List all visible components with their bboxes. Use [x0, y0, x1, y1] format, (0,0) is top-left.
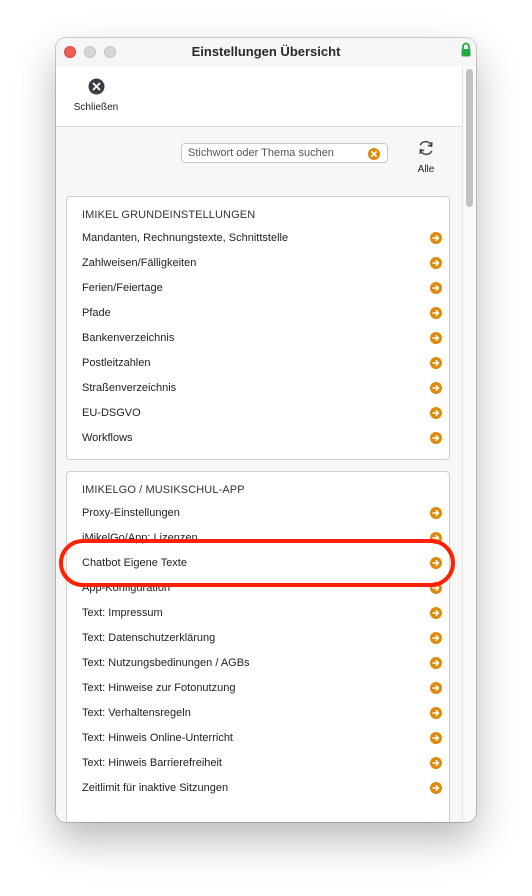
arrow-right-icon	[430, 432, 442, 444]
settings-content: Stichwort oder Thema suchen Alle IMIKEL …	[56, 127, 462, 822]
arrow-right-icon	[430, 707, 442, 719]
search-placeholder: Stichwort oder Thema suchen	[188, 147, 334, 159]
settings-item-label: Text: Nutzungsbedinungen / AGBs	[82, 657, 250, 669]
settings-item-label: Zeitlimit für inaktive Sitzungen	[82, 782, 229, 794]
settings-item-label: Text: Impressum	[82, 607, 163, 619]
settings-item[interactable]: Text: Impressum	[82, 605, 442, 623]
arrow-right-icon	[430, 282, 442, 294]
arrow-right-icon	[430, 782, 442, 794]
toolbar: Schließen	[56, 66, 462, 127]
settings-item[interactable]: Mandanten, Rechnungstexte, Schnittstelle	[82, 230, 442, 248]
arrow-right-icon	[430, 307, 442, 319]
settings-item[interactable]: Pfade	[82, 305, 442, 323]
settings-item[interactable]: Text: Nutzungsbedinungen / AGBs	[82, 655, 442, 673]
settings-item[interactable]: Proxy-Einstellungen	[82, 505, 442, 523]
arrow-right-icon	[430, 232, 442, 244]
settings-item[interactable]: Text: Verhaltensregeln	[82, 705, 442, 723]
settings-item-label: Text: Datenschutzerklärung	[82, 632, 216, 644]
settings-item-label: Straßenverzeichnis	[82, 382, 177, 394]
settings-item[interactable]: Text: Hinweis Online-Unterricht	[82, 730, 442, 748]
settings-item-label: Text: Hinweise zur Fotonutzung	[82, 682, 236, 694]
settings-item-label: EU-DSGVO	[82, 407, 141, 419]
settings-window: Einstellungen Übersicht Schließen Stichw…	[56, 38, 476, 822]
settings-item[interactable]: Postleitzahlen	[82, 355, 442, 373]
settings-item[interactable]: Zeitlimit für inaktive Sitzungen	[82, 780, 442, 798]
close-circle-icon	[88, 78, 104, 95]
section-imikelgo: IMIKELGO / MUSIKSCHUL-APP Proxy-Einstell…	[66, 471, 450, 822]
arrow-right-icon	[430, 732, 442, 744]
settings-item[interactable]: Zahlweisen/Fälligkeiten	[82, 255, 442, 273]
settings-item-label: Text: Hinweis Barrierefreiheit	[82, 757, 222, 769]
settings-item[interactable]: Text: Hinweis Barrierefreiheit	[82, 755, 442, 773]
refresh-icon	[419, 140, 433, 156]
search-input[interactable]: Stichwort oder Thema suchen	[181, 143, 388, 163]
arrow-right-icon	[430, 607, 442, 619]
settings-item[interactable]: Workflows	[82, 430, 442, 448]
arrow-right-icon	[430, 657, 442, 669]
settings-item-label: Text: Hinweis Online-Unterricht	[82, 732, 233, 744]
arrow-right-icon	[430, 757, 442, 769]
show-all-button[interactable]: Alle	[412, 139, 440, 175]
settings-item-label: Pfade	[82, 307, 111, 319]
lock-icon	[461, 42, 471, 57]
title-bar: Einstellungen Übersicht	[56, 38, 476, 66]
settings-item[interactable]: Bankenverzeichnis	[82, 330, 442, 348]
arrow-right-icon	[430, 407, 442, 419]
settings-item[interactable]: EU-DSGVO	[82, 405, 442, 423]
settings-item[interactable]: Straßenverzeichnis	[82, 380, 442, 398]
settings-item-label: Mandanten, Rechnungstexte, Schnittstelle	[82, 232, 289, 244]
arrow-right-icon	[430, 682, 442, 694]
arrow-right-icon	[430, 382, 442, 394]
window-title: Einstellungen Übersicht	[191, 44, 341, 59]
settings-item-label: Ferien/Feiertage	[82, 282, 163, 294]
close-button-label: Schließen	[73, 102, 119, 113]
arrow-right-icon	[430, 257, 442, 269]
settings-item-label: Text: Verhaltensregeln	[82, 707, 191, 719]
settings-item[interactable]: Ferien/Feiertage	[82, 280, 442, 298]
section-title: IMIKEL GRUNDEINSTELLUNGEN	[82, 209, 256, 221]
section-title: IMIKELGO / MUSIKSCHUL-APP	[82, 484, 245, 496]
arrow-right-icon	[430, 632, 442, 644]
settings-item-label: Workflows	[82, 432, 133, 444]
clear-search-icon[interactable]	[368, 148, 380, 160]
settings-item-label: Postleitzahlen	[82, 357, 151, 369]
settings-item[interactable]: Text: Hinweise zur Fotonutzung	[82, 680, 442, 698]
settings-item-label: Proxy-Einstellungen	[82, 507, 180, 519]
settings-item[interactable]: Text: Datenschutzerklärung	[82, 630, 442, 648]
arrow-right-icon	[430, 332, 442, 344]
section-grundeinstellungen: IMIKEL GRUNDEINSTELLUNGEN Mandanten, Rec…	[66, 196, 450, 460]
settings-item-label: Zahlweisen/Fälligkeiten	[82, 257, 197, 269]
arrow-right-icon	[430, 357, 442, 369]
scrollbar-thumb[interactable]	[466, 69, 473, 207]
highlight-annotation	[59, 539, 455, 587]
show-all-label: Alle	[417, 164, 435, 175]
close-button[interactable]: Schließen	[68, 78, 124, 113]
vertical-scrollbar[interactable]	[462, 66, 476, 822]
arrow-right-icon	[430, 507, 442, 519]
settings-item-label: Bankenverzeichnis	[82, 332, 175, 344]
